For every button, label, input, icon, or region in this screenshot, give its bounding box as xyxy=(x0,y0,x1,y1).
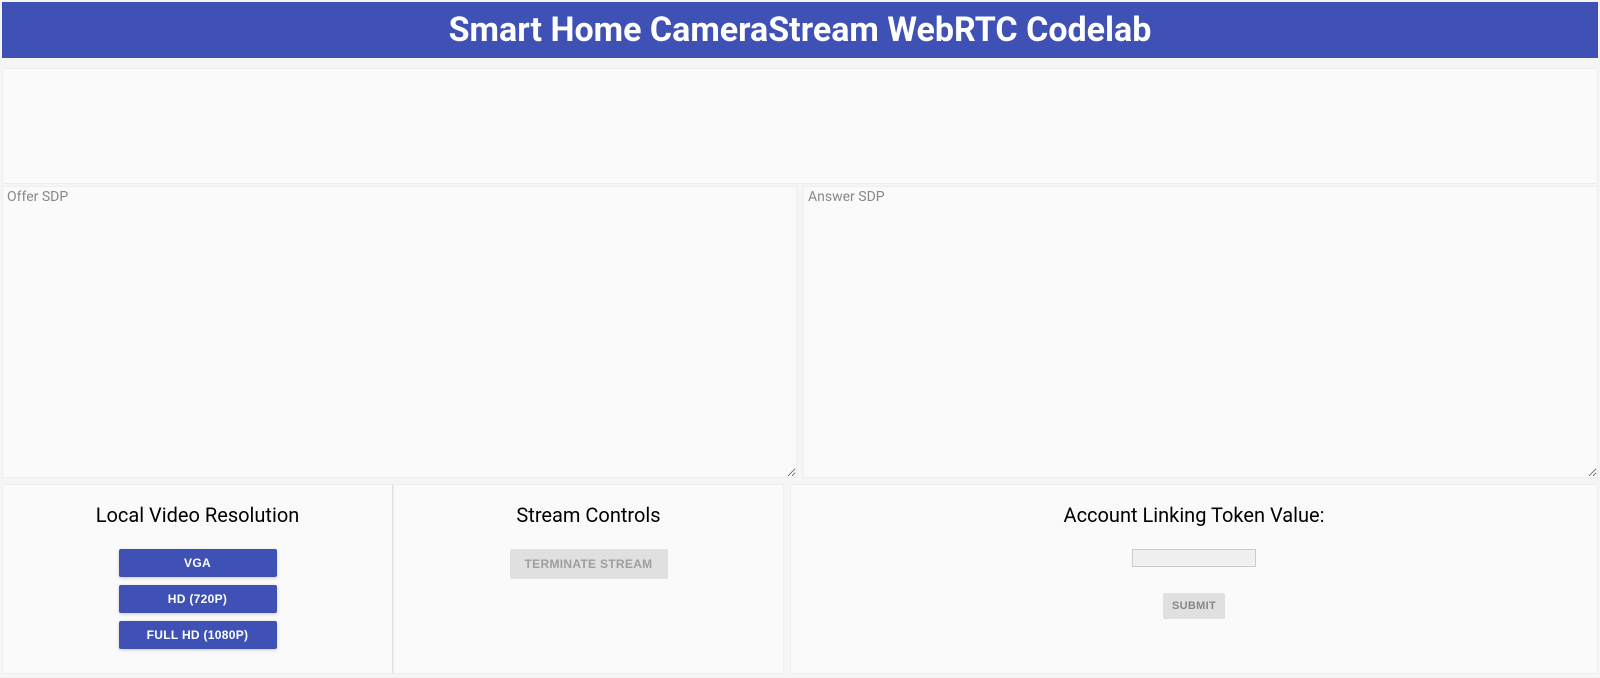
vga-button[interactable]: VGA xyxy=(119,549,277,577)
token-panel-title: Account Linking Token Value: xyxy=(801,503,1587,527)
fullhd-button[interactable]: FULL HD (1080P) xyxy=(119,621,277,649)
token-panel: Account Linking Token Value: SUBMIT xyxy=(790,484,1598,674)
submit-button[interactable]: SUBMIT xyxy=(1163,593,1225,619)
page-title: Smart Home CameraStream WebRTC Codelab xyxy=(449,10,1152,50)
offer-sdp-box xyxy=(2,186,797,478)
answer-sdp-textarea[interactable] xyxy=(804,187,1597,477)
token-input[interactable] xyxy=(1132,549,1256,567)
hd-button[interactable]: HD (720P) xyxy=(119,585,277,613)
sdp-container xyxy=(2,186,1598,478)
stream-controls-panel: Stream Controls TERMINATE STREAM xyxy=(393,484,784,674)
terminate-stream-button[interactable]: TERMINATE STREAM xyxy=(510,549,668,579)
page-header: Smart Home CameraStream WebRTC Codelab xyxy=(2,2,1598,58)
resolution-panel-title: Local Video Resolution xyxy=(13,503,382,527)
resolution-panel: Local Video Resolution VGA HD (720P) FUL… xyxy=(2,484,393,674)
video-preview-area xyxy=(2,68,1598,184)
stream-controls-title: Stream Controls xyxy=(404,503,773,527)
offer-sdp-textarea[interactable] xyxy=(3,187,796,477)
answer-sdp-box xyxy=(803,186,1598,478)
controls-row: Local Video Resolution VGA HD (720P) FUL… xyxy=(2,484,1598,674)
